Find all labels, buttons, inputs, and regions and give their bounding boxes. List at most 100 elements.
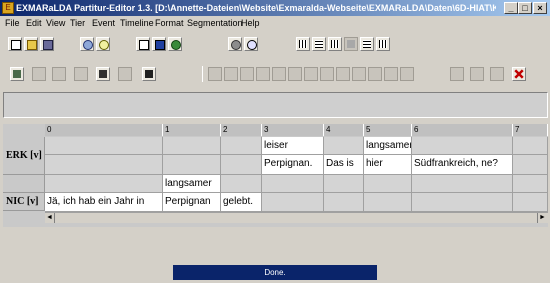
grid-icon-3[interactable]	[328, 37, 342, 51]
document-icon[interactable]	[136, 37, 150, 51]
nic-cell[interactable]	[324, 193, 364, 212]
nic-annotation-cell[interactable]	[324, 175, 364, 193]
event-tool-icon-13[interactable]	[400, 67, 414, 81]
event-tool-icon-7[interactable]	[304, 67, 318, 81]
timeline-point-0[interactable]: 0	[45, 124, 163, 136]
timeline-point-1[interactable]: 1	[163, 124, 221, 136]
timeline-tool-icon-3[interactable]	[490, 67, 504, 81]
erk-annotation-cell[interactable]	[221, 137, 262, 155]
menu-tier[interactable]: Tier	[70, 16, 85, 30]
event-tool-icon-12[interactable]	[384, 67, 398, 81]
nic-event[interactable]: Jä, ich hab ein Jahr in	[45, 193, 163, 212]
nic-event[interactable]: Perpignan	[163, 193, 221, 212]
timeline-point-6[interactable]: 6	[412, 124, 513, 136]
nic-annotation-cell[interactable]	[412, 175, 513, 193]
event-tool-icon-8[interactable]	[320, 67, 334, 81]
title-bar[interactable]: E EXMARaLDA Partitur-Editor 1.3. [D:\Ann…	[0, 0, 550, 16]
erk-event[interactable]: hier	[364, 155, 412, 175]
event-tool-icon-10[interactable]	[352, 67, 366, 81]
grid-icon-5[interactable]	[360, 37, 374, 51]
help-icon[interactable]	[96, 37, 110, 51]
menu-format[interactable]: Format	[155, 16, 184, 30]
nic-annotation-cell[interactable]	[45, 175, 163, 193]
event-editor-panel[interactable]	[3, 92, 548, 118]
timeline-point-4[interactable]: 4	[324, 124, 364, 136]
scroll-right-icon[interactable]: ►	[537, 213, 547, 223]
grid-icon-6[interactable]	[376, 37, 390, 51]
timeline-point-7[interactable]: 7	[513, 124, 548, 136]
erk-annotation-cell[interactable]	[45, 137, 163, 155]
erk-annotation-event[interactable]: leiser	[262, 137, 324, 155]
erk-annotation-cell[interactable]	[513, 137, 548, 155]
insert-tier-icon[interactable]	[10, 67, 24, 81]
web-export-icon[interactable]	[168, 37, 182, 51]
grid-icon-2[interactable]	[312, 37, 326, 51]
tier-label-erk[interactable]: ERK [v]	[3, 137, 45, 175]
delete-icon[interactable]	[512, 67, 526, 81]
nic-cell[interactable]	[364, 193, 412, 212]
erk-annotation-cell[interactable]	[324, 137, 364, 155]
word-export-icon[interactable]	[152, 37, 166, 51]
nic-annotation-event[interactable]: langsamer	[163, 175, 221, 193]
horizontal-scrollbar[interactable]: ◄ ►	[45, 212, 548, 223]
nic-cell[interactable]	[412, 193, 513, 212]
nic-event[interactable]: gelebt.	[221, 193, 262, 212]
menu-timeline[interactable]: Timeline	[120, 16, 154, 30]
erk-annotation-event[interactable]: langsamer	[364, 137, 412, 155]
erk-event[interactable]: Südfrankreich, ne?	[412, 155, 513, 175]
erk-cell[interactable]	[513, 155, 548, 175]
timeline-tool-icon-2[interactable]	[470, 67, 484, 81]
erk-event[interactable]: Das is	[324, 155, 364, 175]
info-icon[interactable]	[80, 37, 94, 51]
open-folder-icon[interactable]	[24, 37, 38, 51]
event-tool-icon-11[interactable]	[368, 67, 382, 81]
event-tool-icon-1[interactable]	[208, 67, 222, 81]
tier-label-nic-annotation[interactable]	[3, 175, 45, 193]
scroll-left-icon[interactable]: ◄	[45, 213, 55, 223]
erk-annotation-cell[interactable]	[412, 137, 513, 155]
grid-icon-1[interactable]	[296, 37, 310, 51]
tier-tool-icon-4[interactable]	[96, 67, 110, 81]
tier-tool-icon-3[interactable]	[74, 67, 88, 81]
menu-help[interactable]: Help	[241, 16, 260, 30]
menu-segmentation[interactable]: Segmentation	[187, 16, 243, 30]
event-tool-icon-9[interactable]	[336, 67, 350, 81]
zoom-icon[interactable]	[244, 37, 258, 51]
event-tool-icon-4[interactable]	[256, 67, 270, 81]
menu-file[interactable]: File	[5, 16, 20, 30]
erk-cell[interactable]	[45, 155, 163, 175]
erk-cell[interactable]	[163, 155, 221, 175]
maximize-button[interactable]: □	[518, 2, 532, 14]
menu-event[interactable]: Event	[92, 16, 115, 30]
new-file-icon[interactable]	[8, 37, 22, 51]
timeline-point-3[interactable]: 3	[262, 124, 324, 136]
nic-annotation-cell[interactable]	[364, 175, 412, 193]
nic-cell[interactable]	[262, 193, 324, 212]
tier-tool-icon-1[interactable]	[32, 67, 46, 81]
timeline-tool-icon-1[interactable]	[450, 67, 464, 81]
settings-icon[interactable]	[228, 37, 242, 51]
erk-annotation-cell[interactable]	[163, 137, 221, 155]
nic-annotation-cell[interactable]	[513, 175, 548, 193]
nic-annotation-cell[interactable]	[221, 175, 262, 193]
close-button[interactable]: ×	[533, 2, 547, 14]
event-tool-icon-6[interactable]	[288, 67, 302, 81]
event-tool-icon-5[interactable]	[272, 67, 286, 81]
tier-tool-icon-6[interactable]	[142, 67, 156, 81]
minimize-button[interactable]: _	[504, 2, 518, 14]
event-tool-icon-2[interactable]	[224, 67, 238, 81]
timeline-point-5[interactable]: 5	[364, 124, 412, 136]
save-icon[interactable]	[40, 37, 54, 51]
menu-edit[interactable]: Edit	[26, 16, 42, 30]
erk-event[interactable]: Perpignan.	[262, 155, 324, 175]
nic-cell[interactable]	[513, 193, 548, 212]
menu-view[interactable]: View	[46, 16, 65, 30]
event-tool-icon-3[interactable]	[240, 67, 254, 81]
timeline-point-2[interactable]: 2	[221, 124, 262, 136]
grid-icon-4[interactable]	[344, 37, 358, 51]
nic-annotation-cell[interactable]	[262, 175, 324, 193]
tier-tool-icon-2[interactable]	[52, 67, 66, 81]
tier-label-nic[interactable]: NIC [v]	[3, 193, 45, 211]
erk-cell[interactable]	[221, 155, 262, 175]
tier-tool-icon-5[interactable]	[118, 67, 132, 81]
